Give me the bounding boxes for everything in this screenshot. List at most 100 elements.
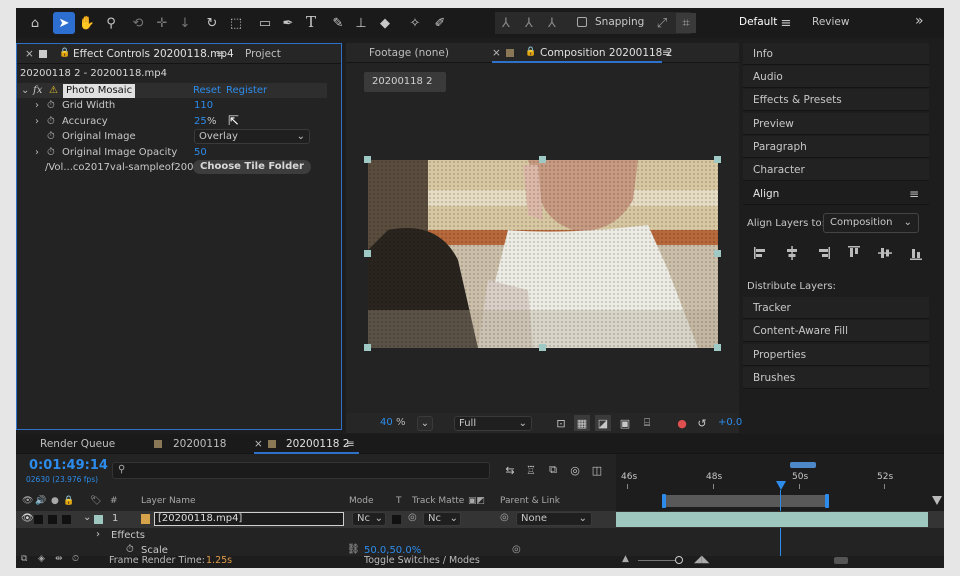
zoom-tool-icon[interactable]: ⚲: [102, 14, 120, 32]
workspace-default[interactable]: Default: [739, 16, 777, 28]
fx-toggle[interactable]: fx: [33, 83, 42, 98]
effect-name[interactable]: Photo Mosaic: [63, 84, 136, 98]
preserve-transparency-toggle[interactable]: [392, 515, 401, 524]
layer-switches-icon[interactable]: ⧉: [21, 554, 27, 564]
track-matte-dropdown[interactable]: Nc ⌄: [423, 512, 461, 526]
close-tab-icon[interactable]: ×: [25, 43, 34, 65]
comp-breadcrumb[interactable]: 20200118 2: [364, 72, 446, 92]
transform-handle[interactable]: [714, 250, 721, 257]
type-tool-icon[interactable]: T: [302, 13, 320, 31]
comp-mini-flowchart-icon[interactable]: ⇆: [502, 462, 518, 478]
expand-effects-icon[interactable]: ›: [96, 529, 100, 540]
lock-icon[interactable]: 🔒: [525, 47, 536, 57]
align-bottom-icon[interactable]: [908, 245, 924, 261]
workspace-review[interactable]: Review: [812, 16, 849, 28]
in-out-icon[interactable]: ⇹: [55, 554, 63, 564]
layer-row[interactable]: 👁 ⌄ 1 [20200118.mp4] Nc ⌄ ◎ Nc ⌄ ◎ None ⌄: [16, 511, 944, 528]
workspace-menu-icon[interactable]: ≡: [779, 14, 793, 32]
tab-comp-20200118[interactable]: 20200118: [173, 433, 226, 455]
transform-handle[interactable]: [539, 156, 546, 163]
work-area-bar[interactable]: [664, 495, 828, 507]
snap-feature-icon[interactable]: ⌗: [676, 13, 696, 33]
layer-search-input[interactable]: ⚲: [112, 462, 490, 479]
zoom-slider-track[interactable]: [638, 560, 676, 561]
pen-tool-icon[interactable]: ✒: [279, 14, 297, 32]
more-workspaces-icon[interactable]: »: [915, 13, 924, 29]
roto-brush-icon[interactable]: ✧: [406, 14, 424, 32]
align-right-icon[interactable]: [815, 245, 831, 261]
zoom-dropdown[interactable]: ⌄: [417, 416, 433, 431]
stopwatch-icon[interactable]: ⏱: [47, 114, 55, 129]
exposure-value[interactable]: +0.0: [718, 417, 742, 428]
tab-footage[interactable]: Footage (none): [369, 42, 449, 64]
transparency-grid-icon[interactable]: ▦: [574, 415, 590, 431]
track-matte-link-icon[interactable]: ◎: [408, 512, 417, 523]
stopwatch-icon[interactable]: ⏱: [47, 129, 55, 144]
horizontal-scrollbar[interactable]: [834, 557, 848, 564]
world-axis-icon[interactable]: ⅄: [520, 14, 538, 32]
transform-handle[interactable]: [364, 250, 371, 257]
layer-duration-bar[interactable]: [616, 512, 928, 527]
shy-layers-icon[interactable]: ⧉: [545, 462, 561, 478]
register-link[interactable]: Register: [226, 83, 267, 98]
visibility-eye-icon[interactable]: 👁: [21, 513, 34, 524]
collapse-effect-icon[interactable]: ⌄: [21, 83, 29, 98]
selection-tool-icon[interactable]: ➤: [53, 12, 75, 34]
original-image-dropdown[interactable]: Overlay ⌄: [194, 129, 310, 144]
mode-dropdown[interactable]: Nc ⌄: [352, 512, 386, 526]
guide-options-icon[interactable]: ▣: [617, 415, 633, 431]
constrain-proportions-icon[interactable]: ⛓: [347, 544, 360, 555]
channel-icon[interactable]: ●: [674, 415, 690, 431]
rotation-tool-icon[interactable]: ↻: [203, 14, 221, 32]
align-to-dropdown[interactable]: Composition ⌄: [823, 213, 919, 233]
puppet-pin-icon[interactable]: ✐: [431, 14, 449, 32]
zoom-out-icon[interactable]: ▲: [622, 554, 629, 564]
work-area-marker[interactable]: [790, 462, 816, 468]
stopwatch-icon[interactable]: ⏱: [47, 98, 55, 113]
align-vertical-center-icon[interactable]: [877, 245, 893, 261]
parent-dropdown[interactable]: None ⌄: [516, 512, 592, 526]
stopwatch-icon[interactable]: ⏱: [126, 544, 134, 555]
reset-link[interactable]: Reset: [193, 83, 221, 98]
tab-render-queue[interactable]: Render Queue: [40, 433, 115, 455]
panel-brushes[interactable]: Brushes: [743, 367, 929, 389]
panel-paragraph[interactable]: Paragraph: [743, 136, 929, 158]
audio-toggle[interactable]: [34, 515, 43, 524]
brush-tool-icon[interactable]: ✎: [329, 14, 347, 32]
choose-tile-folder-button[interactable]: Choose Tile Folder: [193, 160, 311, 174]
transform-handle[interactable]: [539, 344, 546, 351]
expand-accuracy-icon[interactable]: ›: [35, 114, 39, 129]
pan-camera-icon[interactable]: ✛: [153, 14, 171, 32]
render-time-icon[interactable]: ⏲: [72, 554, 79, 564]
playhead-handle[interactable]: [776, 481, 786, 490]
panel-align[interactable]: Align: [743, 183, 929, 205]
panel-character[interactable]: Character: [743, 159, 929, 181]
home-icon[interactable]: ⌂: [26, 14, 44, 32]
zoom-slider-thumb[interactable]: [675, 556, 683, 564]
align-left-icon[interactable]: [753, 245, 769, 261]
transform-handle[interactable]: [364, 156, 371, 163]
zoom-value[interactable]: 40: [380, 417, 393, 428]
tab-project[interactable]: Project: [245, 43, 281, 65]
accuracy-value[interactable]: 25: [194, 114, 207, 129]
panel-preview[interactable]: Preview: [743, 113, 929, 135]
motion-blur-icon[interactable]: ◎: [567, 462, 583, 478]
mask-visibility-icon[interactable]: ◪: [595, 415, 611, 431]
hand-tool-icon[interactable]: ✋: [78, 14, 96, 32]
region-of-interest-icon[interactable]: ⊡: [553, 415, 569, 431]
dolly-camera-icon[interactable]: ↓: [176, 14, 194, 32]
panel-info[interactable]: Info: [743, 43, 929, 65]
align-top-icon[interactable]: [846, 245, 862, 261]
rectangle-tool-icon[interactable]: ▭: [256, 14, 274, 32]
local-axis-icon[interactable]: ⅄: [497, 14, 515, 32]
panel-menu-icon[interactable]: ≡: [216, 43, 225, 65]
transfer-controls-icon[interactable]: ◈: [38, 554, 45, 564]
align-horizontal-center-icon[interactable]: [784, 245, 800, 261]
graph-editor-icon[interactable]: ◫: [589, 462, 605, 478]
stopwatch-icon[interactable]: ⏱: [47, 145, 55, 160]
draft-3d-icon[interactable]: ♖: [523, 462, 539, 478]
reset-exposure-icon[interactable]: ↺: [694, 415, 710, 431]
transform-handle[interactable]: [364, 344, 371, 351]
transform-handle[interactable]: [714, 156, 721, 163]
expression-pick-whip-icon[interactable]: ◎: [512, 544, 521, 555]
